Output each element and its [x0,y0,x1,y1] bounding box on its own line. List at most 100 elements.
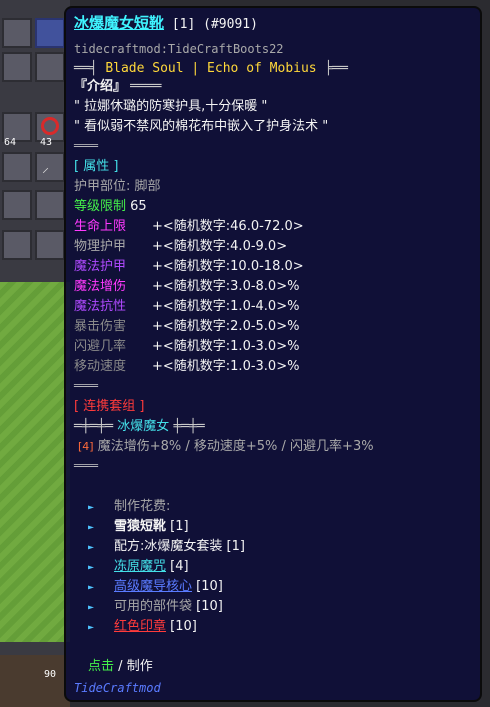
craft-ingredient[interactable]: 可用的部件袋 [10] [114,598,223,616]
item-tooltip: 冰爆魔女短靴 [1] (#9091) tidecraftmod:TideCraf… [64,6,482,702]
stat-row: 暴击伤害 +<随机数字:2.0-5.0>% [74,318,299,336]
internal-id: tidecraftmod:TideCraftBoots22 [74,42,284,56]
set-bonus-text: 魔法增伤+8% / 移动速度+5% / 闪避几率+3% [97,439,374,454]
click-label: 点击 [88,659,115,674]
ingredient-qty: [10] [196,599,223,614]
bullet-icon: ► [88,622,95,633]
series-line: ══╡ Blade Soul | Echo of Mobius ╞══ [74,60,348,78]
pickaxe-icon: ⸝ [42,160,49,176]
item-count: 43 [40,137,53,148]
set-name-line: ═╪═╪═ 冰爆魔女 ╪═╪═ [74,418,205,436]
stat-row: 魔法增伤 +<随机数字:3.0-8.0>% [74,278,299,296]
intro-header-trail: ════ [130,79,162,94]
stat-label: 魔法抗性 [74,299,127,314]
stat-row: 魔法护甲 +<随机数字:10.0-18.0> [74,258,304,276]
inventory-slot[interactable] [2,152,32,182]
stat-label: 闪避几率 [74,339,127,354]
stat-value: +<随机数字:46.0-72.0> [152,219,304,234]
bullet-icon: ► [88,602,95,613]
inventory-slot[interactable] [35,230,65,260]
ingredient-qty: [1] [226,539,245,554]
set-deco-right: ╪═╪═ [173,419,205,434]
bullet-icon: ► [88,562,95,573]
inventory-slot[interactable]: ⸝ [35,152,65,182]
armor-slot-label: 护甲部位: [74,179,131,194]
stat-row: 物理护甲 +<随机数字:4.0-9.0> [74,238,287,256]
target-icon [41,117,59,135]
stat-row: 闪避几率 +<随机数字:1.0-3.0>% [74,338,299,356]
ingredient-name: 可用的部件袋 [114,599,193,614]
craft-cost-label: 制作花费: [114,499,171,514]
ingredient-qty: [1] [170,519,189,534]
set-name: 冰爆魔女 [117,419,170,434]
inventory-slot[interactable] [35,52,65,82]
ingredient-qty: [4] [170,559,189,574]
level-label: 等级限制 [74,199,127,214]
set-header: [ 连携套组 ] [74,399,145,414]
set-bonus-line: [4] 魔法增伤+8% / 移动速度+5% / 闪避几率+3% [78,438,374,456]
title-line: 冰爆魔女短靴 [1] (#9091) [74,14,258,34]
level-line: 等级限制 65 [74,198,147,216]
bullet-icon: ► [88,582,95,593]
inventory-slot[interactable] [2,52,32,82]
intro-line-1: " 拉娜休璐的防寒护具,十分保暖 " [74,99,268,114]
ingredient-name: 高级魔导核心 [114,579,193,594]
separator: ════ [74,141,99,152]
armor-slot-value: 脚部 [134,179,161,194]
ingredient-name: 雪猿短靴 [114,519,167,534]
inventory-slot[interactable] [2,190,32,220]
intro-header: 『介绍』 [74,79,127,94]
stat-value: +<随机数字:3.0-8.0>% [152,279,300,294]
attributes-header: [ 属性 ] [74,159,119,174]
stat-value: +<随机数字:1.0-3.0>% [152,339,300,354]
stat-label: 暴击伤害 [74,319,127,334]
craft-ingredient[interactable]: 红色印章 [10] [114,618,197,636]
series-name: Blade Soul | Echo of Mobius [105,61,317,76]
ingredient-name: 配方:冰爆魔女套装 [114,539,223,554]
item-id: (#9091) [203,17,258,32]
inventory-slot[interactable] [2,230,32,260]
separator: ════ [74,461,99,472]
craft-action[interactable]: 点击 / 制作 [88,658,153,676]
craft-ingredient[interactable]: 冻原魔咒 [4] [114,558,189,576]
inventory-slot[interactable] [35,190,65,220]
stat-row: 魔法抗性 +<随机数字:1.0-4.0>% [74,298,299,316]
stat-label: 移动速度 [74,359,127,374]
stat-label: 魔法护甲 [74,259,127,274]
mod-name: TideCraftmod [74,681,161,695]
hotbar: 90 [0,655,70,707]
bullet-icon: ► [88,522,95,533]
stat-value: +<随机数字:1.0-3.0>% [152,359,300,374]
inventory-slot[interactable] [2,18,32,48]
series-deco-left: ══╡ [74,61,98,76]
stat-label: 魔法增伤 [74,279,127,294]
stat-row: 生命上限 +<随机数字:46.0-72.0> [74,218,304,236]
craft-ingredient[interactable]: 高级魔导核心 [10] [114,578,223,596]
bullet-icon: ► [88,542,95,553]
intro-line-2: " 看似弱不禁风的棉花布中嵌入了护身法术 " [74,119,329,134]
craft-ingredient[interactable]: 雪猿短靴 [1] [114,518,189,536]
stat-label: 物理护甲 [74,239,127,254]
stat-value: +<随机数字:4.0-9.0> [152,239,288,254]
separator: ════ [74,381,99,392]
ingredient-qty: [10] [170,619,197,634]
intro-header-line: 『介绍』 ════ [74,78,161,96]
level-value: 65 [130,199,147,214]
stat-row: 移动速度 +<随机数字:1.0-3.0>% [74,358,299,376]
series-deco-right: ╞══ [324,61,348,76]
stat-value: +<随机数字:2.0-5.0>% [152,319,300,334]
craft-ingredient[interactable]: 配方:冰爆魔女套装 [1] [114,538,245,556]
bullet-icon: ► [88,502,95,513]
inventory-strip: 64 43 ⸝ 90 [0,0,70,707]
ingredient-name: 冻原魔咒 [114,559,167,574]
hotbar-count: 90 [44,669,57,680]
stat-label: 生命上限 [74,219,127,234]
item-tag: [1] [171,17,196,32]
inventory-slot[interactable] [35,18,65,48]
craft-label: 制作 [126,659,153,674]
armor-slot-line: 护甲部位: 脚部 [74,178,161,196]
action-separator: / [118,659,123,674]
world-texture [0,282,70,642]
set-bonus-tag: [4] [78,440,94,453]
item-name: 冰爆魔女短靴 [74,14,165,32]
